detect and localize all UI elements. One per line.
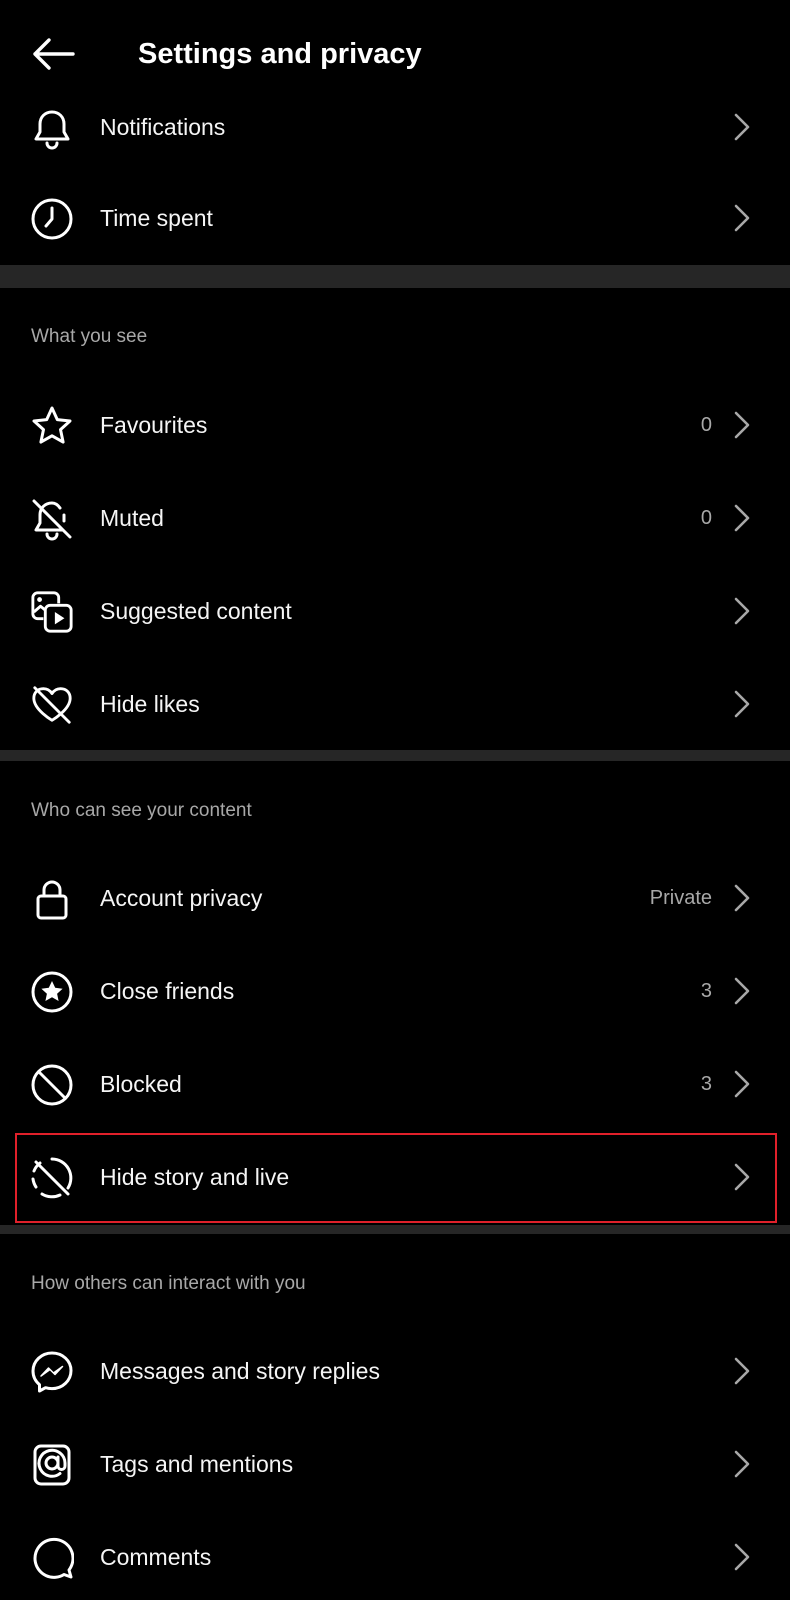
page-title: Settings and privacy — [138, 38, 422, 70]
settings-item-messages-and-story-replies[interactable]: Messages and story replies — [0, 1325, 790, 1417]
bell-icon — [30, 106, 74, 150]
section-heading: Who can see your content — [31, 800, 252, 821]
settings-item-label: Close friends — [100, 977, 235, 1004]
chevron-right-icon — [732, 1163, 752, 1191]
settings-item-label: Notifications — [100, 113, 226, 140]
settings-item-label: Hide story and live — [100, 1163, 290, 1190]
settings-item-label: Comments — [100, 1543, 212, 1570]
settings-item-label: Favourites — [100, 411, 208, 438]
section-divider — [0, 1225, 790, 1234]
settings-item-comments[interactable]: Comments — [0, 1511, 790, 1600]
chevron-right-icon — [732, 1450, 752, 1478]
section-divider — [0, 750, 790, 761]
settings-item-label: Messages and story replies — [100, 1357, 380, 1384]
chevron-right-icon — [732, 504, 752, 532]
section-heading: What you see — [31, 326, 148, 347]
settings-item-label: Muted — [100, 504, 164, 531]
media-play-icon — [30, 590, 74, 634]
bell-off-icon — [30, 497, 74, 541]
settings-item-hide-likes[interactable]: Hide likes — [0, 658, 790, 750]
settings-item-count: 3 — [700, 1072, 712, 1095]
settings-item-label: Time spent — [100, 204, 213, 231]
settings-item-blocked[interactable]: Blocked 3 — [0, 1038, 790, 1130]
chevron-right-icon — [732, 884, 752, 912]
back-button[interactable] — [30, 34, 76, 74]
star-icon — [30, 404, 74, 448]
settings-item-label: Tags and mentions — [100, 1450, 294, 1477]
settings-item-label: Account privacy — [100, 884, 263, 911]
settings-item-label: Hide likes — [100, 690, 200, 717]
chevron-right-icon — [732, 411, 752, 439]
settings-item-notifications[interactable]: Notifications — [0, 81, 790, 173]
chevron-right-icon — [732, 113, 752, 141]
settings-item-suggested-content[interactable]: Suggested content — [0, 565, 790, 657]
settings-item-close-friends[interactable]: Close friends 3 — [0, 945, 790, 1037]
heart-off-icon — [30, 683, 74, 727]
settings-item-label: Suggested content — [100, 597, 292, 624]
chevron-right-icon — [732, 1357, 752, 1385]
blocked-icon — [30, 1063, 74, 1107]
section-heading: How others can interact with you — [31, 1273, 306, 1294]
chevron-right-icon — [732, 1070, 752, 1098]
settings-item-tags-and-mentions[interactable]: Tags and mentions — [0, 1418, 790, 1510]
chevron-right-icon — [732, 1543, 752, 1571]
settings-item-muted[interactable]: Muted 0 — [0, 472, 790, 564]
settings-item-count: 0 — [700, 506, 712, 529]
chevron-right-icon — [732, 690, 752, 718]
messenger-icon — [30, 1350, 74, 1394]
settings-item-time-spent[interactable]: Time spent — [0, 172, 790, 264]
settings-item-hide-story-and-live[interactable]: Hide story and live — [0, 1131, 790, 1223]
settings-item-status: Private — [649, 886, 712, 909]
clock-icon — [30, 197, 74, 241]
lock-icon — [30, 877, 74, 921]
settings-item-account-privacy[interactable]: Account privacy Private — [0, 852, 790, 944]
story-off-icon — [30, 1156, 74, 1200]
circle-star-icon — [30, 970, 74, 1014]
at-sign-icon — [30, 1443, 74, 1487]
settings-item-count: 3 — [700, 979, 712, 1002]
settings-item-count: 0 — [700, 413, 712, 436]
settings-item-favourites[interactable]: Favourites 0 — [0, 379, 790, 471]
arrow-left-icon — [31, 37, 75, 71]
chevron-right-icon — [732, 204, 752, 232]
settings-item-label: Blocked — [100, 1070, 182, 1097]
section-divider — [0, 265, 790, 288]
chevron-right-icon — [732, 597, 752, 625]
comment-icon — [30, 1536, 74, 1580]
chevron-right-icon — [732, 977, 752, 1005]
